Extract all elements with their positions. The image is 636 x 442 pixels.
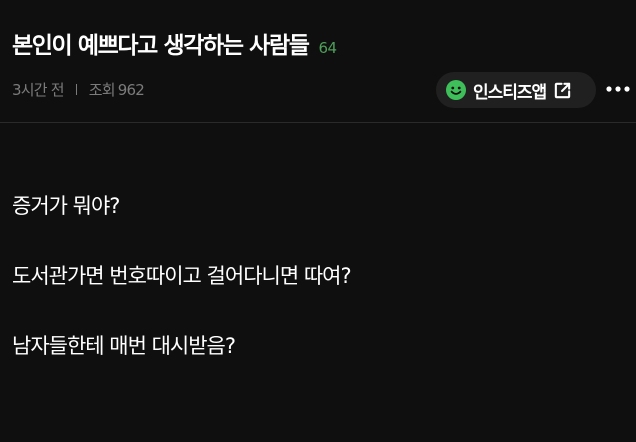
header-divider <box>0 122 636 123</box>
post-body-line: 도서관가면 번호따이고 걸어다니면 따여? <box>12 264 352 288</box>
external-link-icon <box>555 82 571 98</box>
post-view: 본인이 예쁘다고 생각하는 사람들 64 3시간 전 조회 962 인스티즈앱 <box>0 0 636 442</box>
post-body-line: 남자들한테 매번 대시받음? <box>12 334 236 358</box>
post-time: 3시간 전 <box>12 81 65 99</box>
views-label: 조회 <box>88 81 116 99</box>
title-row: 본인이 예쁘다고 생각하는 사람들 64 <box>12 26 337 60</box>
more-dots-icon <box>606 86 630 92</box>
views-count: 962 <box>117 80 145 99</box>
comment-count[interactable]: 64 <box>318 39 337 57</box>
post-body-line: 증거가 뭐야? <box>12 194 120 218</box>
meta-separator <box>75 84 77 95</box>
post-header: 본인이 예쁘다고 생각하는 사람들 64 3시간 전 조회 962 인스티즈앱 <box>0 0 636 122</box>
post-meta: 3시간 전 조회 962 <box>12 79 145 100</box>
more-options-button[interactable] <box>604 78 632 100</box>
source-app-name: 인스티즈앱 <box>473 82 547 103</box>
post-title: 본인이 예쁘다고 생각하는 사람들 <box>12 33 310 59</box>
smiley-icon <box>446 80 466 100</box>
source-app-button[interactable]: 인스티즈앱 <box>436 72 596 108</box>
